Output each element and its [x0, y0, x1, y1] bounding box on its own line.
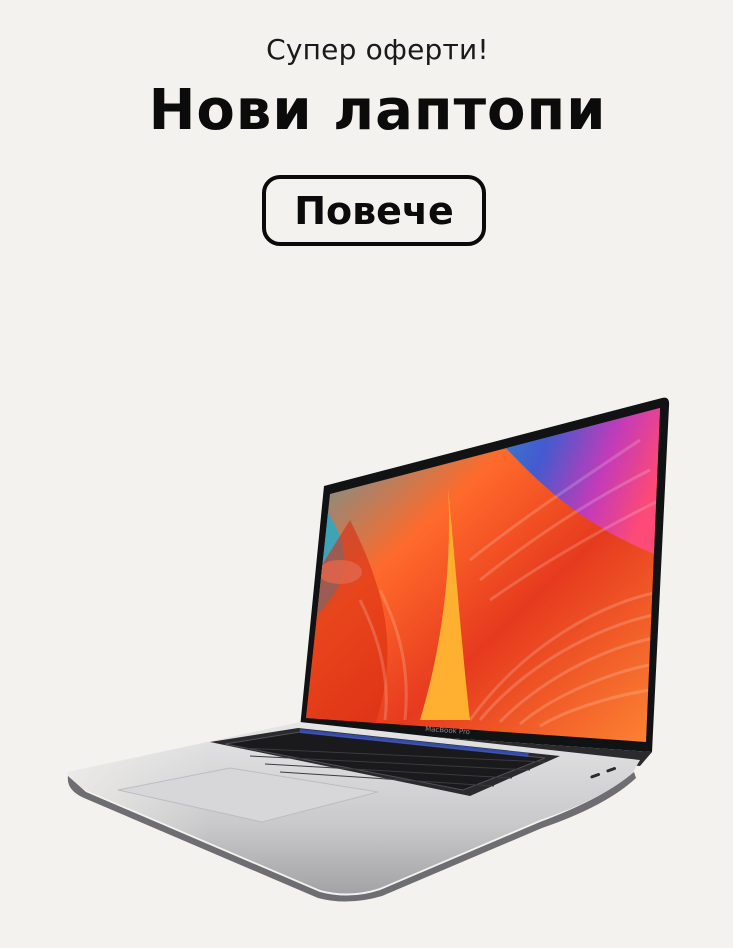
laptop-product-image: MacBook Pro: [67, 397, 670, 902]
promo-banner: Супер оферти! Нови лаптопи Повече MacBoo…: [0, 0, 733, 948]
